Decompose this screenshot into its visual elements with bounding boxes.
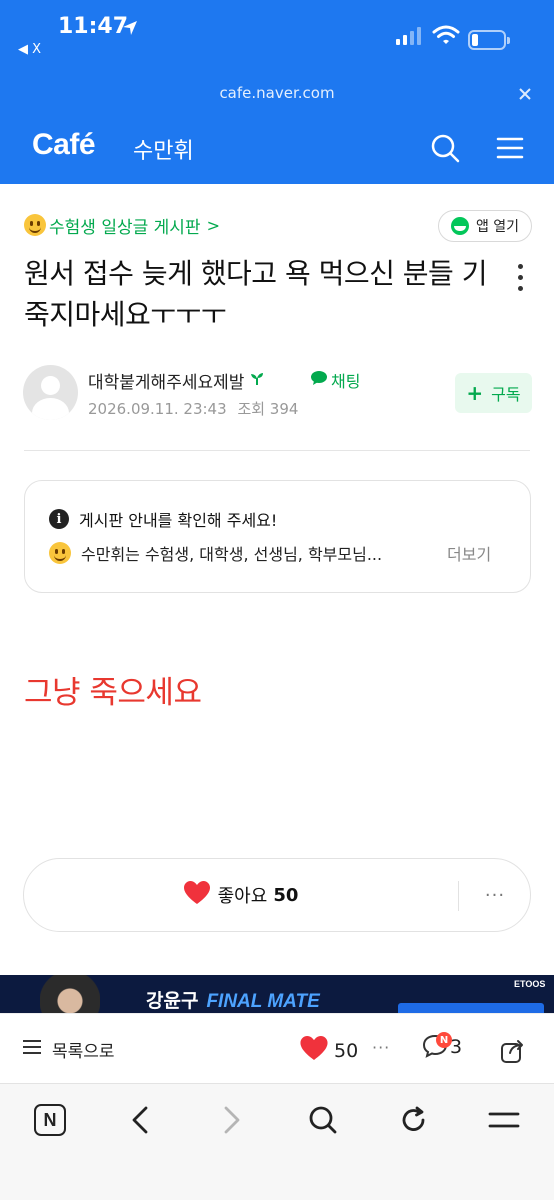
heart-icon [300,1036,328,1066]
naver-n-icon: N [34,1104,66,1136]
sprout-icon [250,371,264,391]
battery-icon [468,30,510,50]
open-app-button[interactable]: 앱 열기 [438,210,532,242]
subscribe-label: 구독 [491,385,521,404]
naver-home-button[interactable]: N [32,1102,68,1138]
article-title: 원서 접수 늦게 했다고 욕 먹으신 분들 기죽지마세요ㅜㅜㅜ [24,257,487,331]
wifi-icon [432,24,460,50]
status-bar: 11:47 ◀ X cafe.naver.com [0,0,554,102]
ad-title-emphasis: FINAL MATE [206,991,320,1012]
location-arrow-icon [122,20,138,40]
back-to-list-label: 목록으로 [52,1042,115,1062]
menu-icon[interactable] [486,1102,522,1138]
smile-emoji-icon [24,214,46,236]
view-count: 조회 394 [237,400,299,418]
heart-icon [183,880,210,910]
share-icon[interactable] [500,1036,528,1068]
comment-icon: N [422,1032,452,1060]
url-bar[interactable]: cafe.naver.com [0,84,554,102]
board-notice-card[interactable]: i 게시판 안내를 확인해 주세요! 수만휘는 수험생, 대학생, 선생님, 학… [24,480,531,593]
menu-icon[interactable] [496,136,524,160]
article-body: 그냥 죽으세요 [24,675,202,711]
battery-level [472,34,478,46]
article-action-bar: 목록으로 50 ··· N 3 [0,1013,554,1083]
search-icon[interactable] [429,132,461,164]
back-to-app-label: X [32,42,42,57]
notice-heading-row: i 게시판 안내를 확인해 주세요! [49,507,277,531]
chevron-right-icon: > [206,215,220,235]
chat-button[interactable]: 채팅 [310,368,360,392]
cellular-signal-icon [396,26,422,50]
browser-toolbar: N [0,1083,554,1200]
subscribe-button[interactable]: + 구독 [455,373,532,413]
ad-title: 강윤구 FINAL MATE [146,986,320,1013]
ad-brand: ETOOS [514,979,546,989]
article-meta: 2026.09.11. 23:43 조회 394 [88,398,298,419]
board-link[interactable]: 수험생 일상글 게시판 > [24,212,220,238]
back-arrow-icon[interactable] [122,1102,158,1138]
notice-more-link[interactable]: 더보기 [447,541,491,565]
divider [24,450,530,451]
notice-heading: 게시판 안내를 확인해 주세요! [79,511,278,530]
bar-like-button[interactable]: 50 [300,1036,358,1066]
author-row: 대학붙게해주세요제발 [88,368,264,393]
notice-preview: 수만휘는 수험생, 대학생, 선생님, 학부모님... [81,545,383,564]
plus-icon: + [466,381,484,405]
open-app-label: 앱 열기 [475,219,520,235]
cafe-logo[interactable]: Café [32,128,96,162]
post-date: 2026.09.11. 23:43 [88,400,227,418]
ad-cta-button[interactable] [398,1003,544,1013]
like-more-button[interactable]: ··· [460,859,530,931]
chat-bubble-icon [310,370,328,390]
board-name: 수험생 일상글 게시판 [49,217,201,238]
info-icon: i [49,509,69,529]
like-label: 좋아요 [217,886,268,907]
bar-more-button[interactable]: ··· [372,1038,390,1057]
forward-arrow-icon[interactable] [214,1102,250,1138]
notice-preview-row: 수만휘는 수험생, 대학생, 선생님, 학부모님... 더보기 [49,541,509,565]
close-icon[interactable] [517,86,533,102]
bar-like-count: 50 [334,1040,359,1062]
back-to-list-button[interactable]: 목록으로 [22,1037,115,1062]
like-button[interactable]: 좋아요 50 [24,859,458,931]
back-to-app-link[interactable]: ◀ X [18,42,41,57]
naver-cafe-app-icon [450,217,469,235]
cafe-header: Café 수만휘 [0,110,554,184]
cafe-name[interactable]: 수만휘 [133,133,194,165]
avatar[interactable] [23,365,78,420]
more-options-icon[interactable] [516,264,524,294]
like-separator [458,881,459,911]
ad-person-image [40,975,100,1013]
refresh-icon[interactable] [396,1102,432,1138]
list-icon [22,1039,42,1060]
status-time: 11:47 [58,14,129,39]
search-icon[interactable] [305,1102,341,1138]
like-box: 좋아요 50 ··· [23,858,531,932]
ad-banner[interactable]: 강윤구 FINAL MATE ETOOS [0,975,554,1013]
new-badge: N [436,1032,452,1048]
author-name[interactable]: 대학붙게해주세요제발 [88,368,244,393]
like-count: 50 [273,884,299,906]
comment-button[interactable]: N 3 [422,1032,462,1060]
smile-emoji-icon [49,542,71,564]
ad-name: 강윤구 [146,990,199,1012]
chat-label: 채팅 [331,372,361,391]
